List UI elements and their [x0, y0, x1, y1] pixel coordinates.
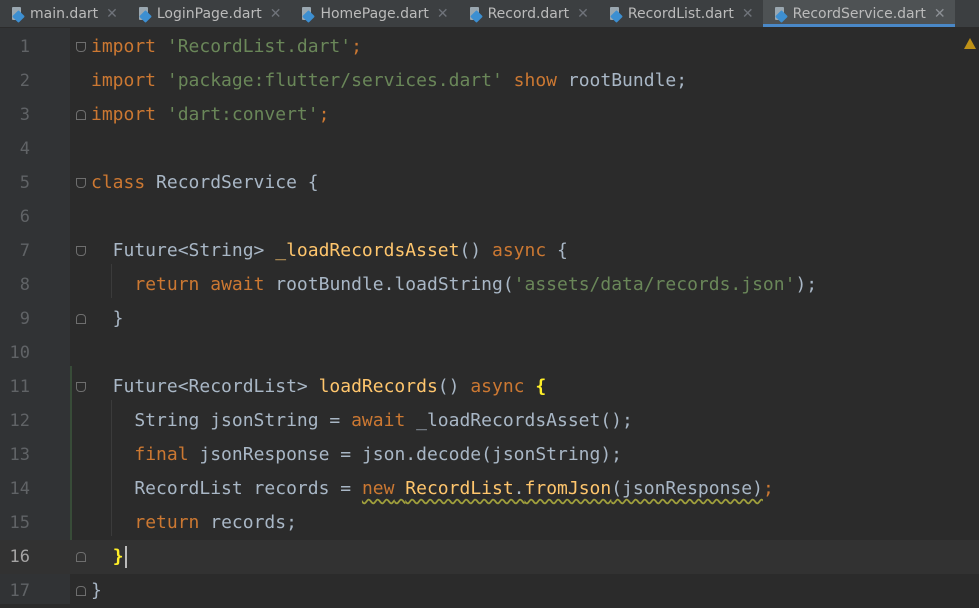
code-text: import 'package:flutter/services.dart' s…	[91, 70, 688, 91]
dart-file-icon	[469, 6, 483, 23]
code-line[interactable]: 17 }	[0, 574, 979, 608]
code-text: Future<String> _loadRecordsAsset() async…	[91, 240, 568, 261]
line-number: 1	[19, 37, 30, 57]
fold-icon[interactable]	[76, 382, 86, 392]
code-line[interactable]: 6	[0, 200, 979, 234]
dart-file-icon	[609, 6, 623, 23]
line-number: 13	[9, 445, 30, 465]
close-icon[interactable]: ✕	[742, 6, 754, 22]
tab-label: Record.dart	[487, 5, 570, 22]
tab-label: RecordList.dart	[627, 5, 734, 22]
line-number: 2	[19, 71, 30, 91]
code-text: class RecordService {	[91, 172, 319, 193]
code-editor[interactable]: 1 import 'RecordList.dart'; 2 import 'pa…	[0, 28, 979, 604]
code-line[interactable]: 4	[0, 132, 979, 166]
line-number: 5	[19, 173, 30, 193]
dart-file-icon	[302, 6, 316, 23]
code-text: String jsonString = await _loadRecordsAs…	[91, 410, 633, 431]
fold-icon[interactable]	[76, 314, 86, 324]
code-line[interactable]: 12 String jsonString = await _loadRecord…	[0, 404, 979, 438]
code-line[interactable]: 3 import 'dart:convert';	[0, 98, 979, 132]
code-text: }	[91, 308, 124, 329]
dart-file-icon	[774, 6, 788, 23]
line-number: 9	[19, 309, 30, 329]
editor-tab-bar: main.dart ✕ LoginPage.dart ✕ HomePage.da…	[0, 0, 979, 28]
tab-loginpage-dart[interactable]: LoginPage.dart ✕	[127, 0, 291, 27]
code-text: Future<RecordList> loadRecords() async {	[91, 376, 547, 397]
tab-recordlist-dart[interactable]: RecordList.dart ✕	[598, 0, 763, 27]
line-number: 8	[19, 275, 30, 295]
close-icon[interactable]: ✕	[106, 6, 118, 22]
line-number: 17	[9, 581, 30, 601]
fold-icon[interactable]	[76, 110, 86, 120]
dart-file-icon	[138, 6, 152, 23]
line-number: 11	[9, 377, 30, 397]
line-number: 6	[19, 207, 30, 227]
code-line[interactable]: 9 }	[0, 302, 979, 336]
line-number: 16	[9, 547, 30, 567]
close-icon[interactable]: ✕	[270, 6, 282, 22]
code-text: return await rootBundle.loadString('asse…	[134, 274, 818, 295]
tab-main-dart[interactable]: main.dart ✕	[0, 0, 127, 27]
code-line[interactable]: 14 RecordList records = new RecordList.f…	[0, 472, 979, 506]
tab-record-dart[interactable]: Record.dart ✕	[458, 0, 598, 27]
code-line[interactable]: 2 import 'package:flutter/services.dart'…	[0, 64, 979, 98]
fold-icon[interactable]	[76, 246, 86, 256]
tab-label: HomePage.dart	[320, 5, 429, 22]
line-number: 3	[19, 105, 30, 125]
close-icon[interactable]: ✕	[577, 6, 589, 22]
code-line[interactable]: 7 Future<String> _loadRecordsAsset() asy…	[0, 234, 979, 268]
close-icon[interactable]: ✕	[934, 6, 946, 22]
line-number: 4	[19, 139, 30, 159]
dart-file-icon	[12, 6, 25, 23]
code-line[interactable]: 10	[0, 336, 979, 370]
code-line[interactable]: 8 return await rootBundle.loadString('as…	[0, 268, 979, 302]
tab-label: RecordService.dart	[792, 5, 926, 22]
tab-label: main.dart	[30, 5, 99, 22]
code-line[interactable]: 1 import 'RecordList.dart';	[0, 30, 979, 64]
code-text: final jsonResponse = json.decode(jsonStr…	[134, 444, 623, 465]
code-line[interactable]: 11 Future<RecordList> loadRecords() asyn…	[0, 370, 979, 404]
code-line[interactable]: 15 return records;	[0, 506, 979, 540]
tab-recordservice-dart[interactable]: RecordService.dart ✕	[762, 0, 955, 27]
fold-icon[interactable]	[76, 586, 86, 596]
fold-icon[interactable]	[76, 552, 86, 562]
code-line[interactable]: 13 final jsonResponse = json.decode(json…	[0, 438, 979, 472]
line-number: 12	[9, 411, 30, 431]
tab-label: LoginPage.dart	[156, 5, 262, 22]
fold-icon[interactable]	[76, 42, 86, 52]
line-number: 14	[9, 479, 30, 499]
close-icon[interactable]: ✕	[437, 6, 449, 22]
code-text: import 'dart:convert';	[91, 104, 330, 125]
line-number: 10	[9, 343, 30, 363]
code-text: }	[91, 540, 127, 574]
line-number: 15	[9, 513, 30, 533]
code-text: import 'RecordList.dart';	[91, 36, 362, 57]
code-text: }	[91, 580, 102, 601]
code-text: return records;	[134, 512, 297, 533]
fold-icon[interactable]	[76, 178, 86, 188]
line-number: 7	[19, 241, 30, 261]
text-caret	[124, 546, 127, 568]
code-line-current[interactable]: 16 }	[0, 540, 979, 574]
code-text: RecordList records = new RecordList.from…	[91, 478, 774, 499]
code-line[interactable]: 5 class RecordService {	[0, 166, 979, 200]
tab-homepage-dart[interactable]: HomePage.dart ✕	[290, 0, 457, 27]
